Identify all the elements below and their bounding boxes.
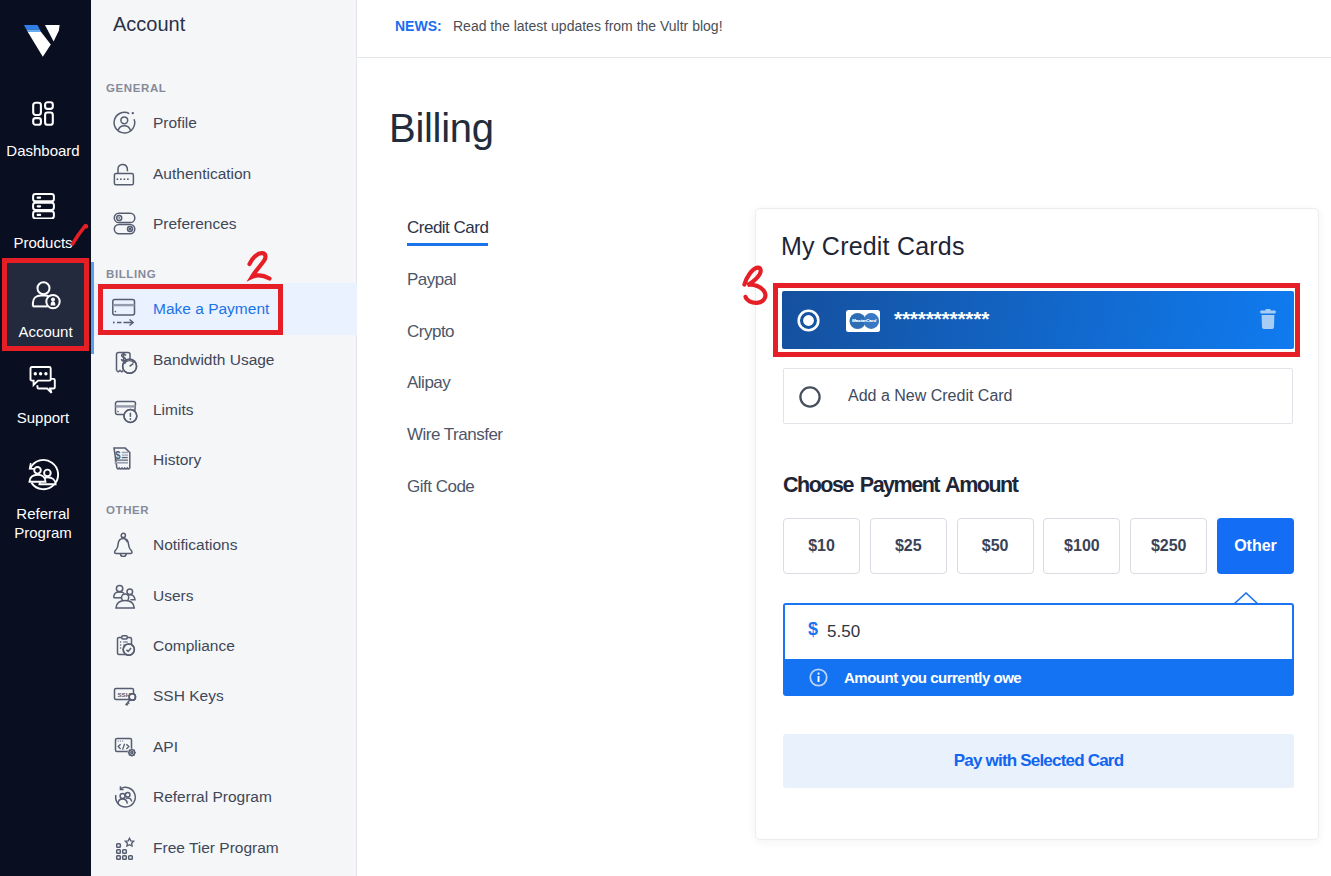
svg-text:$: $ [115, 450, 121, 461]
